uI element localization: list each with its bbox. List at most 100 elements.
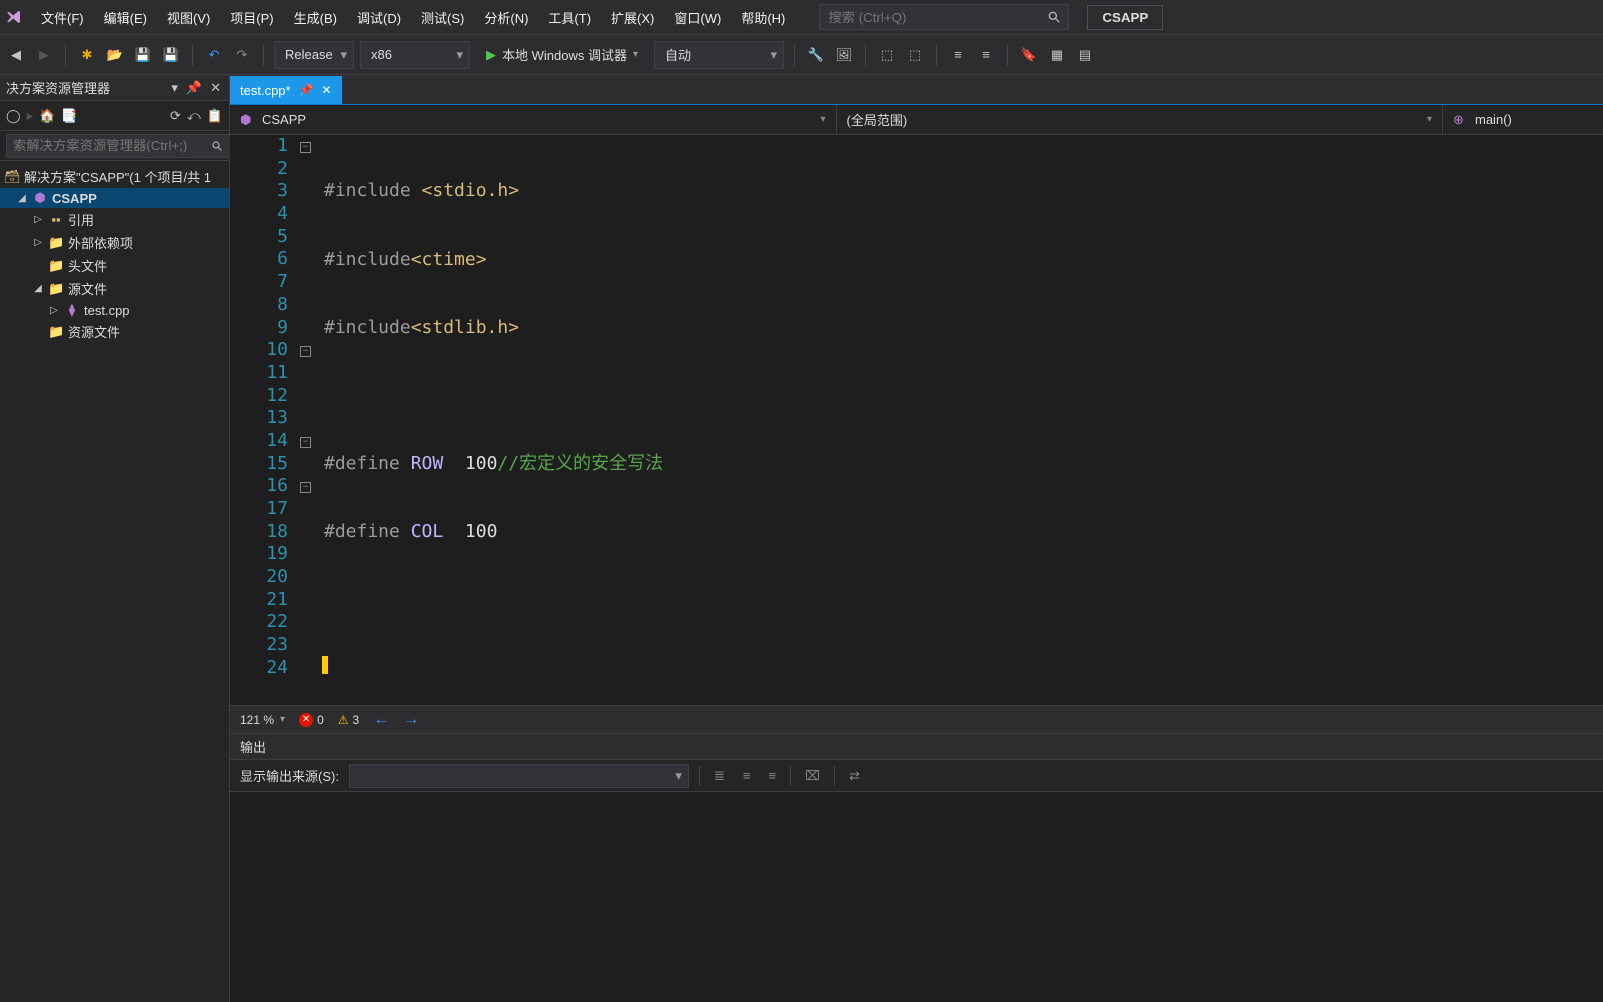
code-editor[interactable]: 123456789101112131415161718192021222324 …: [230, 135, 1603, 705]
output-title: 输出: [240, 737, 266, 756]
output-source-combo[interactable]: [349, 764, 689, 788]
nav-back-icon[interactable]: ◀: [5, 44, 27, 66]
menu-debug[interactable]: 调试(D): [347, 2, 411, 33]
redo-icon[interactable]: ↷: [231, 44, 253, 66]
expand-icon: ▷: [48, 305, 60, 316]
menubar: 文件(F) 编辑(E) 视图(V) 项目(P) 生成(B) 调试(D) 测试(S…: [0, 0, 1603, 35]
quick-search-input[interactable]: [819, 4, 1069, 30]
fold-icon[interactable]: −: [300, 142, 311, 153]
fwd-icon[interactable]: ▸: [27, 108, 34, 124]
refresh-icon[interactable]: ⟳: [170, 108, 181, 124]
auto-combo[interactable]: 自动: [654, 41, 784, 69]
menu-window[interactable]: 窗口(W): [664, 2, 731, 33]
folder-icon: 📁: [48, 235, 64, 251]
standard-toolbar: ◀ ▶ ✱ 📂 💾 💾 ↶ ↷ Release x86 ▶ 本地 Windows…: [0, 35, 1603, 75]
menu-analyze[interactable]: 分析(N): [474, 2, 538, 33]
nav-next-icon[interactable]: →: [403, 711, 419, 729]
dropdown-icon[interactable]: ▾: [169, 80, 180, 96]
source-node[interactable]: ◢ 📁 源文件: [0, 277, 229, 300]
tool-icon-1[interactable]: 🔧: [805, 44, 827, 66]
zoom-combo[interactable]: 121 %▾: [240, 713, 285, 727]
save-icon[interactable]: 💾: [132, 44, 154, 66]
output-source-label: 显示输出来源(S):: [240, 766, 339, 785]
menu-build[interactable]: 生成(B): [284, 2, 347, 33]
menu-tools[interactable]: 工具(T): [538, 2, 601, 33]
uncomment-icon[interactable]: ≡: [975, 44, 997, 66]
close-icon[interactable]: ✕: [208, 80, 223, 96]
external-deps-node[interactable]: ▷ 📁 外部依赖项: [0, 231, 229, 254]
new-file-icon[interactable]: ✱: [76, 44, 98, 66]
project-icon: ⬢: [32, 190, 48, 206]
out-btn-5[interactable]: ⇄: [845, 768, 864, 784]
open-file-icon[interactable]: 📂: [104, 44, 126, 66]
testcpp-file-node[interactable]: ▷ ⧫ test.cpp: [0, 300, 229, 320]
solution-node[interactable]: 🗃 解决方案"CSAPP"(1 个项目/共 1: [0, 165, 229, 188]
refs-icon: ▪▪: [48, 212, 64, 227]
config-combo[interactable]: Release: [274, 41, 354, 69]
out-btn-4[interactable]: ⌧: [801, 768, 824, 784]
fold-icon[interactable]: −: [300, 346, 311, 357]
tool-icon-3[interactable]: ⬚: [876, 44, 898, 66]
home-icon[interactable]: 🏠: [39, 108, 55, 124]
tool-icon-4[interactable]: ⬚: [904, 44, 926, 66]
tool-icon-6[interactable]: ▤: [1074, 44, 1096, 66]
warning-icon: ⚠: [338, 713, 349, 727]
collapse-icon[interactable]: ⤺: [187, 108, 201, 124]
function-context-combo[interactable]: ⊕ main(): [1443, 105, 1603, 134]
props-icon[interactable]: 📋: [207, 108, 223, 124]
out-btn-2[interactable]: ≡: [739, 768, 755, 783]
warning-count[interactable]: ⚠ 3: [338, 713, 359, 727]
start-debug-button[interactable]: ▶ 本地 Windows 调试器 ▾: [476, 41, 648, 68]
solution-toolbar: ◯ ▸ 🏠 📑 ⟳ ⤺ 📋: [0, 101, 229, 131]
bookmark-icon[interactable]: 🔖: [1018, 44, 1040, 66]
close-icon[interactable]: ✕: [322, 83, 332, 97]
project-context-combo[interactable]: ⬢ CSAPP ▾: [230, 105, 837, 134]
menu-project[interactable]: 项目(P): [220, 2, 283, 33]
menu-help[interactable]: 帮助(H): [731, 2, 795, 33]
solution-explorer-title: 决方案资源管理器: [6, 78, 110, 97]
function-icon: ⊕: [1453, 112, 1469, 128]
scope-context-combo[interactable]: (全局范围) ▾: [837, 105, 1444, 134]
vs-logo-icon: [5, 8, 23, 26]
output-body[interactable]: [230, 792, 1603, 1002]
expand-icon: ◢: [32, 283, 44, 294]
menu-extensions[interactable]: 扩展(X): [601, 2, 664, 33]
search-icon[interactable]: [211, 140, 223, 152]
project-node[interactable]: ◢ ⬢ CSAPP: [0, 188, 229, 208]
menu-edit[interactable]: 编辑(E): [94, 2, 157, 33]
back-icon[interactable]: ◯: [6, 108, 21, 124]
project-icon: ⬢: [240, 112, 256, 128]
references-node[interactable]: ▷ ▪▪ 引用: [0, 208, 229, 231]
expand-icon: ▷: [32, 214, 44, 225]
solution-search-input[interactable]: [6, 134, 233, 158]
tool-icon-2[interactable]: 🖼: [833, 44, 855, 66]
fold-icon[interactable]: −: [300, 482, 311, 493]
show-all-icon[interactable]: 📑: [61, 108, 77, 124]
nav-prev-icon[interactable]: ←: [373, 711, 389, 729]
code-content[interactable]: #include <stdio.h> #include<ctime> #incl…: [320, 135, 1603, 705]
undo-icon[interactable]: ↶: [203, 44, 225, 66]
comment-icon[interactable]: ≡: [947, 44, 969, 66]
expand-icon: ▷: [32, 237, 44, 248]
pin-icon[interactable]: 📌: [184, 80, 204, 96]
editor-status-strip: 121 %▾ ✕ 0 ⚠ 3 ← →: [230, 705, 1603, 733]
fold-icon[interactable]: −: [300, 437, 311, 448]
error-icon: ✕: [299, 713, 313, 727]
menu-test[interactable]: 测试(S): [411, 2, 474, 33]
solution-tree: 🗃 解决方案"CSAPP"(1 个项目/共 1 ◢ ⬢ CSAPP ▷ ▪▪ 引…: [0, 161, 229, 347]
nav-fwd-icon[interactable]: ▶: [33, 44, 55, 66]
menu-file[interactable]: 文件(F): [31, 2, 94, 33]
platform-combo[interactable]: x86: [360, 41, 470, 69]
menu-view[interactable]: 视图(V): [157, 2, 220, 33]
headers-node[interactable]: 📁 头文件: [0, 254, 229, 277]
pin-icon[interactable]: 📌: [299, 83, 314, 97]
tab-testcpp[interactable]: test.cpp* 📌 ✕: [230, 76, 342, 104]
error-count[interactable]: ✕ 0: [299, 713, 324, 727]
save-all-icon[interactable]: 💾: [160, 44, 182, 66]
start-label: 本地 Windows 调试器: [502, 45, 627, 64]
out-btn-1[interactable]: ≣: [710, 768, 729, 784]
out-btn-3[interactable]: ≡: [764, 768, 780, 783]
project-name-button[interactable]: CSAPP: [1087, 5, 1163, 30]
resources-node[interactable]: 📁 资源文件: [0, 320, 229, 343]
tool-icon-5[interactable]: ▦: [1046, 44, 1068, 66]
